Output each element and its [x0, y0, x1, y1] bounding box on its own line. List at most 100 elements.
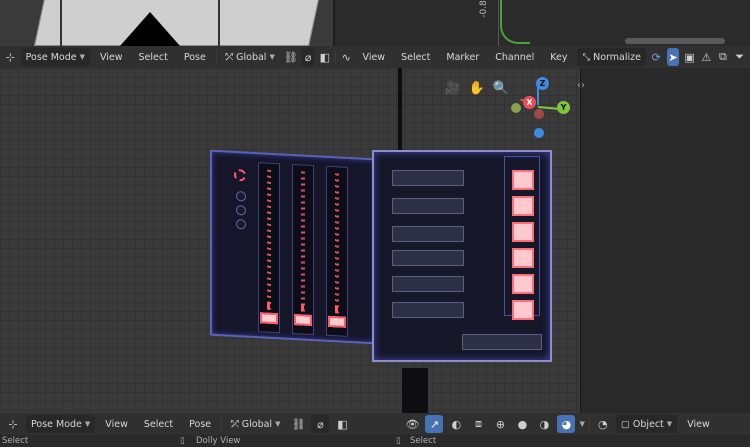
chevron-down-icon: ▼ [269, 53, 275, 61]
solid-shading-icon[interactable]: ● [513, 415, 531, 433]
menu-view[interactable]: View [99, 419, 134, 430]
top-left-viewport[interactable] [0, 0, 333, 46]
menu-pose[interactable]: Pose [183, 419, 217, 430]
gizmo-neg-x[interactable] [511, 103, 521, 113]
object-mode-label: Object [632, 418, 664, 430]
cube-icon: ▢ [620, 418, 630, 430]
divider [588, 417, 590, 431]
rendered-shading-icon[interactable]: ◕ [557, 415, 576, 433]
graph-editor-area[interactable]: -0.8 [335, 0, 750, 46]
graph-menu-view[interactable]: View [357, 52, 392, 63]
pivot-icon[interactable]: ⛓ [289, 415, 307, 433]
warning-icon[interactable]: ⚠ [700, 48, 713, 66]
normalize-icon: ⤡ [582, 51, 591, 63]
mode-label: Pose Mode [25, 51, 77, 63]
pink-button [512, 300, 534, 320]
mouse-right-icon: ▯ [396, 436, 401, 446]
chevron-down-icon: ▼ [84, 420, 91, 428]
pink-button [512, 222, 534, 242]
editor-menu-icon[interactable]: ◔ [594, 415, 612, 433]
camera-view-icon[interactable]: 🎥 [443, 78, 463, 98]
orientation-label: Global [241, 418, 273, 430]
status-bar: Select ▯ Dolly View ▯ Select [0, 435, 750, 447]
material-shading-icon[interactable]: ◑ [535, 415, 553, 433]
fader-1 [258, 162, 280, 334]
divider [215, 50, 217, 64]
snap-icon[interactable]: ⌀ [311, 415, 330, 433]
graph-menu-key[interactable]: Key [544, 52, 573, 63]
small-knob [236, 205, 246, 216]
label-plate [462, 334, 542, 350]
label-plate [392, 250, 464, 266]
chevron-down-icon: ▼ [79, 53, 85, 61]
mirror-icon[interactable]: ◧ [318, 48, 331, 66]
filter-icon[interactable]: ⏷ [733, 48, 746, 66]
chevron-down-icon[interactable]: ▼ [579, 420, 584, 428]
gizmo-toggle-icon[interactable]: ↗ [425, 415, 444, 433]
visibility-icon[interactable]: 👁 [403, 415, 421, 433]
label-plate [392, 226, 464, 242]
label-plate [392, 276, 464, 292]
mixer-right-panel [372, 150, 552, 362]
fader-3 [326, 165, 348, 337]
dial-indicator [234, 168, 246, 182]
menu-select[interactable]: Select [133, 52, 174, 63]
menu-select[interactable]: Select [138, 419, 179, 430]
overlay-icon[interactable]: ◐ [447, 415, 465, 433]
status-right: Select [410, 436, 437, 446]
graph-editor-type-icon[interactable]: ∿ [340, 48, 353, 66]
zoom-icon[interactable]: 🔍 [491, 78, 511, 98]
menu-view[interactable]: View [94, 52, 129, 63]
gizmo-neg-z[interactable] [534, 128, 544, 138]
gizmo-y-axis[interactable]: Y [557, 101, 570, 114]
graph-menu-marker[interactable]: Marker [440, 52, 485, 63]
side-region[interactable]: ‹› [577, 68, 750, 413]
menu-view-right[interactable]: View [681, 419, 716, 430]
gizmo-x-axis[interactable]: X [523, 96, 536, 109]
wireframe-shading-icon[interactable]: ⊕ [491, 415, 509, 433]
graph-scrollbar[interactable] [625, 38, 725, 44]
editor-type-icon[interactable]: ⊹ [4, 48, 17, 66]
gizmo-neg-y[interactable] [534, 109, 544, 119]
small-knob [236, 191, 246, 202]
graph-menu-select[interactable]: Select [395, 52, 436, 63]
zoom-box-icon[interactable]: ⧉ [717, 48, 730, 66]
label-plate [392, 170, 464, 186]
mouse-middle-icon: ▯ [180, 436, 185, 446]
pan-hand-icon[interactable]: ✋ [467, 78, 487, 98]
select-cursor-icon[interactable]: ➤ [666, 48, 680, 66]
refresh-icon[interactable]: ⟳ [650, 48, 663, 66]
mode-dropdown[interactable]: Pose Mode ▼ [26, 415, 96, 433]
object-mode-dropdown[interactable]: ▢ Object ▼ [615, 415, 678, 433]
normalize-toggle[interactable]: ⤡ Normalize [577, 48, 646, 66]
transform-orientation-dropdown[interactable]: ⤱ Global ▼ [221, 48, 280, 66]
mode-label: Pose Mode [31, 418, 82, 430]
mode-dropdown[interactable]: Pose Mode ▼ [20, 48, 90, 66]
mirror-icon[interactable]: ◧ [333, 415, 351, 433]
fader-knob [260, 312, 278, 325]
fader-knob [294, 314, 312, 326]
gizmo-z-axis[interactable]: Z [536, 77, 549, 90]
orientation-icon: ⤱ [225, 51, 234, 63]
transform-orientation-dropdown[interactable]: ⤱ Global ▼ [226, 415, 285, 433]
graph-menu-channel[interactable]: Channel [489, 52, 540, 63]
label-plate [392, 302, 464, 318]
divider [221, 417, 223, 431]
pivot-icon[interactable]: ⛓ [284, 48, 298, 66]
pink-button [512, 274, 534, 294]
frame-icon[interactable]: ▣ [683, 48, 696, 66]
editor-type-icon[interactable]: ⊹ [4, 415, 22, 433]
mixer-left-panel [210, 149, 376, 345]
status-left: Select [2, 436, 29, 446]
fcurve[interactable] [500, 0, 530, 44]
snap-icon[interactable]: ⌀ [301, 48, 315, 66]
3d-viewport[interactable]: 🎥 ✋ 🔍 Z X Y [0, 68, 580, 413]
header-top: ⊹ Pose Mode ▼ View Select Pose ⤱ Global ▼ ⛓… [0, 46, 750, 68]
xray-icon[interactable]: ⧈ [469, 415, 487, 433]
normalize-label: Normalize [593, 51, 641, 63]
orientation-label: Global [236, 51, 267, 63]
antenna [398, 68, 402, 150]
menu-pose[interactable]: Pose [178, 52, 212, 63]
pink-button [512, 248, 534, 268]
region-toggle-icon[interactable]: ‹› [577, 80, 585, 91]
